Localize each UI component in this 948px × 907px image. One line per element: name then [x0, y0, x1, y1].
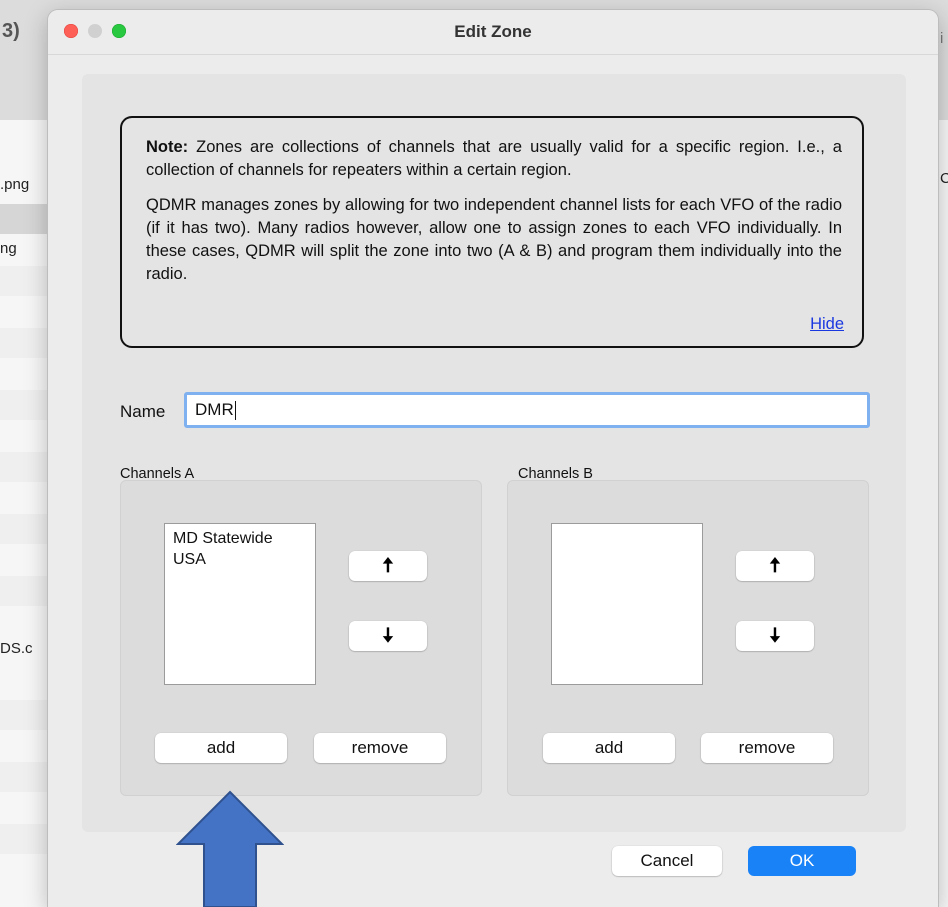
- name-input[interactable]: DMR: [184, 392, 870, 428]
- channels-b-list[interactable]: [551, 523, 703, 685]
- name-label: Name: [120, 402, 166, 421]
- channels-b-move-up-button[interactable]: 🠅: [736, 551, 814, 581]
- background-row: [0, 700, 48, 730]
- title-bar: Edit Zone: [48, 10, 938, 55]
- channels-a-add-button[interactable]: add: [155, 733, 287, 763]
- channels-a-move-down-button[interactable]: 🠇: [349, 621, 427, 651]
- background-label: 3): [2, 20, 20, 42]
- name-input-value: DMR: [195, 400, 234, 419]
- ok-button[interactable]: OK: [748, 846, 856, 876]
- channels-b-move-down-button[interactable]: 🠇: [736, 621, 814, 651]
- background-label: i: [940, 30, 944, 47]
- background-row: [0, 328, 48, 358]
- background-row: [0, 452, 48, 482]
- background-label: DS.c: [0, 640, 33, 657]
- background-file-list: [0, 120, 48, 907]
- note-box: Note: Zones are collections of channels …: [120, 116, 864, 348]
- arrow-down-icon: 🠇: [382, 625, 394, 647]
- note-paragraph-1: Note: Zones are collections of channels …: [146, 136, 842, 182]
- text-caret: [234, 401, 237, 421]
- channels-b-add-button[interactable]: add: [543, 733, 675, 763]
- note-paragraph-2: QDMR manages zones by allowing for two i…: [146, 196, 842, 283]
- background-row: [0, 762, 48, 792]
- arrow-up-icon: 🠅: [382, 555, 394, 577]
- hide-note-link[interactable]: Hide: [810, 313, 844, 336]
- annotation-up-arrow-icon: [176, 790, 284, 907]
- arrow-down-icon: 🠇: [769, 625, 781, 647]
- channels-b-group: 🠅 🠇 add remove: [507, 480, 869, 796]
- content-panel: Note: Zones are collections of channels …: [82, 74, 906, 832]
- arrow-up-icon: 🠅: [769, 555, 781, 577]
- background-row: [0, 514, 48, 544]
- background-row: [0, 204, 48, 234]
- edit-zone-dialog: Edit Zone Note: Zones are collections of…: [48, 10, 938, 907]
- channels-a-move-up-button[interactable]: 🠅: [349, 551, 427, 581]
- cancel-button[interactable]: Cancel: [612, 846, 722, 876]
- background-label: .png: [0, 176, 30, 193]
- arrow-shape: [176, 790, 284, 907]
- list-item[interactable]: MD Statewide: [173, 528, 307, 549]
- background-row: [0, 824, 48, 854]
- channels-b-remove-button[interactable]: remove: [701, 733, 833, 763]
- channels-a-group: MD Statewide USA 🠅 🠇 add remove: [120, 480, 482, 796]
- background-row: [0, 390, 48, 420]
- background-label: C: [940, 170, 948, 187]
- channels-a-list[interactable]: MD Statewide USA: [164, 523, 316, 685]
- note-bold-prefix: Note:: [146, 138, 189, 156]
- note-paragraph-1-text: Zones are collections of channels that a…: [146, 138, 842, 179]
- dialog-title: Edit Zone: [454, 22, 532, 41]
- background-label: ng: [0, 240, 17, 257]
- channels-a-remove-button[interactable]: remove: [314, 733, 446, 763]
- background-row: [0, 576, 48, 606]
- background-row: [0, 266, 48, 296]
- list-item[interactable]: USA: [173, 549, 307, 570]
